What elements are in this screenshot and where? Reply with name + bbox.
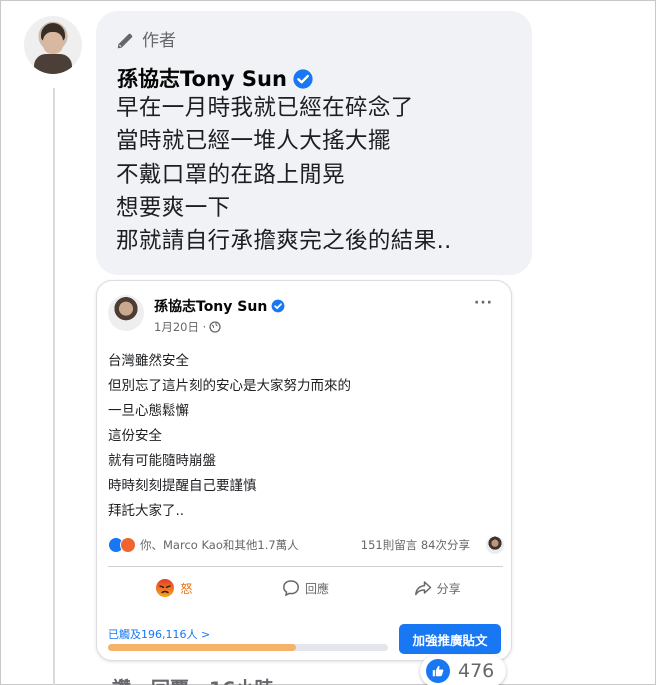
post-line: 這份安全: [108, 428, 162, 444]
reach-progress-bar: [108, 644, 388, 651]
like-link[interactable]: 讚: [112, 674, 131, 685]
comment-label: 回應: [305, 581, 330, 596]
embedded-post-screenshot[interactable]: 孫協志Tony Sun 1月20日 · ··· 台灣雖然安全 但別忘了這片刻的安…: [96, 280, 512, 661]
post-line: 就有可能隨時崩盤: [108, 453, 216, 469]
verified-icon: [293, 69, 313, 89]
comment-line: 想要爽一下: [116, 194, 231, 221]
comment-line: 早在一月時我就已經在碎念了: [116, 95, 414, 121]
react-label: 怒: [180, 581, 193, 596]
comment-line: 那就請自行承擔爽完之後的結果..: [116, 228, 452, 255]
comment-line: 當時就已經一堆人大搖大擺: [116, 128, 391, 155]
reaction-summary-text: 你、Marco Kao和其他1.7萬人: [140, 538, 299, 552]
share-button: 分享: [371, 573, 503, 603]
comment-button: 回應: [240, 573, 372, 603]
post-date: 1月20日 ·: [154, 320, 207, 334]
post-line: 拜託大家了..: [108, 503, 185, 519]
author-label: 作者: [142, 31, 176, 51]
more-icon: ···: [474, 295, 493, 311]
reply-link[interactable]: 回覆: [151, 674, 189, 685]
angry-icon: [120, 537, 136, 553]
share-icon: [414, 581, 431, 596]
comments-shares-count: 151則留言 84次分享: [360, 538, 470, 552]
divider: [108, 566, 503, 567]
reaction-count: 476: [458, 660, 495, 682]
comment-author-name[interactable]: 孫協志Tony Sun: [117, 66, 287, 92]
share-label: 分享: [436, 581, 461, 596]
post-line: 時時刻刻提醒自己要謹慎: [108, 478, 257, 494]
post-line: 台灣雖然安全: [108, 353, 189, 369]
globe-icon: [209, 321, 221, 333]
comment-icon: [283, 580, 299, 597]
mini-avatar: [486, 536, 504, 554]
boost-post-button: 加強推廣貼文: [399, 624, 501, 654]
avatar[interactable]: [24, 16, 82, 74]
post-author-name: 孫協志Tony Sun: [154, 299, 268, 315]
comment-text: 早在一月時我就已經在碎念了 當時就已經一堆人大搖大擺 不戴口罩的在路上閒晃 想要…: [116, 92, 452, 258]
comment-line: 不戴口罩的在路上閒晃: [116, 161, 346, 188]
react-button: 怒: [108, 573, 240, 603]
post-avatar: [108, 295, 144, 331]
author-badge: 作者: [114, 29, 176, 53]
comment-timestamp[interactable]: 16小時: [209, 674, 273, 685]
comment-bubble: 作者 孫協志Tony Sun 早在一月時我就已經在碎念了 當時就已經一堆人大搖大…: [96, 11, 532, 275]
post-text: 台灣雖然安全 但別忘了這片刻的安心是大家努力而來的 一旦心態鬆懈 這份安全 就有…: [108, 349, 351, 524]
post-reaction-summary: 你、Marco Kao和其他1.7萬人 151則留言 84次分享: [108, 535, 504, 555]
post-action-bar: 怒 回應 分享: [108, 573, 503, 603]
verified-icon: [271, 299, 285, 313]
reaction-count-chip[interactable]: 476: [420, 655, 506, 685]
pencil-icon: [117, 33, 133, 49]
angry-icon: [156, 579, 175, 597]
like-icon: [426, 659, 450, 683]
reach-progress-fill: [108, 644, 296, 651]
post-line: 但別忘了這片刻的安心是大家努力而來的: [108, 378, 351, 394]
reach-label: 已觸及196,116人 >: [108, 628, 211, 641]
comment-footer: 讚 回覆 16小時: [112, 674, 273, 685]
thread-line: [53, 88, 55, 685]
post-line: 一旦心態鬆懈: [108, 403, 189, 419]
